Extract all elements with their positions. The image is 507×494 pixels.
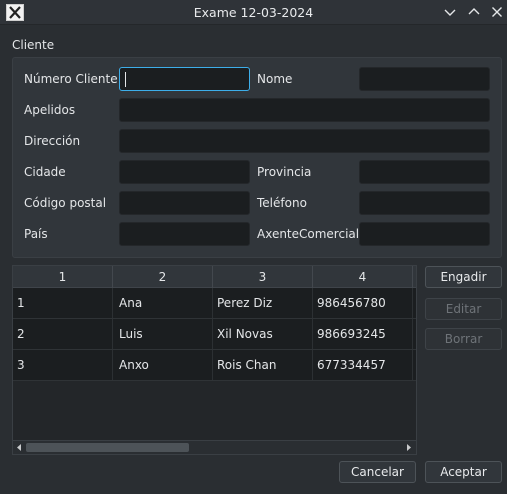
provincia-field[interactable] (359, 160, 490, 184)
table-cell[interactable]: Xil Novas (213, 319, 313, 349)
table-cell[interactable]: 677334457 (313, 350, 413, 380)
numero-cliente-field[interactable] (119, 67, 250, 91)
provincia-label: Provincia (257, 165, 312, 179)
table-header: 1 2 3 4 (13, 266, 416, 288)
arrow-left-icon (17, 444, 21, 451)
telefono-label: Teléfono (257, 196, 307, 210)
minimize-button[interactable] (441, 3, 459, 21)
column-header[interactable]: 1 (13, 266, 113, 288)
clients-table[interactable]: 1 2 3 4 1 Ana Perez Diz 986456780 2 Luis… (12, 265, 417, 455)
direccion-label: Dirección (24, 134, 81, 148)
table-cell[interactable]: Anxo (113, 350, 213, 380)
pais-label: País (24, 227, 48, 241)
scroll-left-button[interactable] (13, 441, 25, 454)
table-cell[interactable]: Luis (113, 319, 213, 349)
table-cell[interactable]: 986456780 (313, 288, 413, 318)
chevron-down-icon (444, 9, 456, 16)
column-header[interactable]: 4 (313, 266, 413, 288)
table-row[interactable]: 1 Ana Perez Diz 986456780 (13, 288, 416, 319)
axente-comercial-label: AxenteComercial (257, 227, 360, 241)
table-cell[interactable]: 986693245 (313, 319, 413, 349)
close-icon (492, 7, 502, 17)
apelidos-field[interactable] (119, 98, 490, 122)
scroll-right-button[interactable] (403, 441, 415, 454)
group-title: Cliente (12, 38, 55, 52)
table-row[interactable]: 2 Luis Xil Novas 986693245 (13, 319, 416, 350)
close-button[interactable] (488, 3, 506, 21)
text-caret (125, 72, 126, 87)
axente-comercial-field[interactable] (359, 222, 490, 246)
table-cell[interactable]: 3 (13, 350, 113, 380)
window-title: Exame 12-03-2024 (193, 5, 314, 20)
table-cell[interactable]: Ana (113, 288, 213, 318)
column-header[interactable]: 2 (113, 266, 213, 288)
table-cell[interactable]: 2 (13, 319, 113, 349)
horizontal-scrollbar[interactable] (13, 440, 416, 454)
telefono-field[interactable] (359, 191, 490, 215)
codigo-postal-label: Código postal (24, 196, 107, 210)
maximize-button[interactable] (465, 3, 483, 21)
pais-field[interactable] (119, 222, 250, 246)
codigo-postal-field[interactable] (119, 191, 250, 215)
engadir-button[interactable]: Engadir (425, 266, 502, 288)
cancel-button[interactable]: Cancelar (339, 461, 416, 483)
nome-field[interactable] (359, 67, 490, 91)
cidade-label: Cidade (24, 165, 66, 179)
table-cell[interactable]: Perez Diz (213, 288, 313, 318)
table-row[interactable]: 3 Anxo Rois Chan 677334457 (13, 350, 416, 381)
chevron-up-icon (468, 8, 480, 15)
apelidos-label: Apelidos (24, 103, 76, 117)
accept-button[interactable]: Aceptar (425, 461, 502, 483)
numero-cliente-label: Número Cliente (24, 72, 118, 86)
borrar-button[interactable]: Borrar (425, 328, 502, 350)
title-bar: Exame 12-03-2024 (0, 0, 507, 25)
column-header[interactable]: 3 (213, 266, 313, 288)
table-cell[interactable]: Rois Chan (213, 350, 313, 380)
table-cell[interactable]: 1 (13, 288, 113, 318)
direccion-field[interactable] (119, 129, 490, 153)
scrollbar-thumb[interactable] (26, 443, 189, 452)
nome-label: Nome (257, 72, 293, 86)
cidade-field[interactable] (119, 160, 250, 184)
arrow-right-icon (407, 444, 411, 451)
editar-button[interactable]: Editar (425, 298, 502, 320)
